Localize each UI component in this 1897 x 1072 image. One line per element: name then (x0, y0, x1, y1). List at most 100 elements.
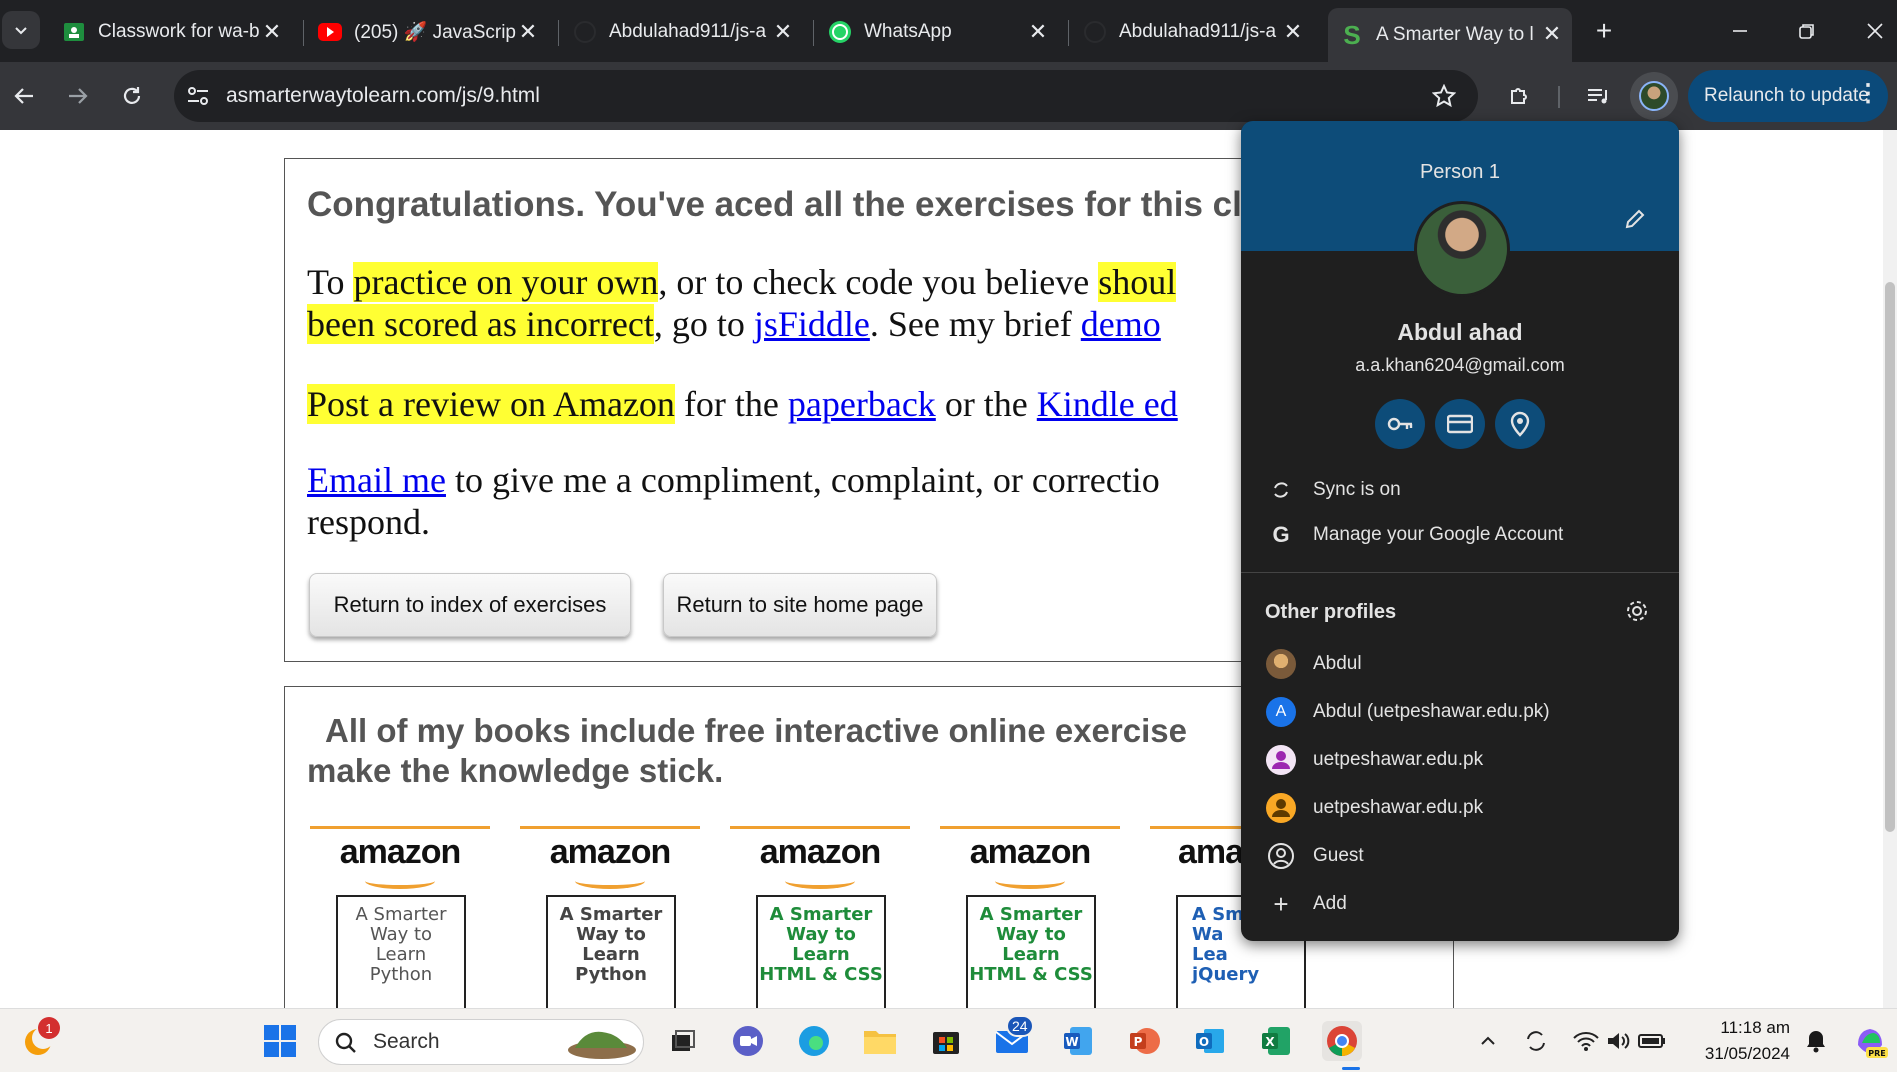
profile-item-uet-1[interactable]: uetpeshawar.edu.pk (1241, 738, 1679, 782)
kindle-link[interactable]: Kindle ed (1037, 384, 1178, 424)
chrome-button[interactable] (1322, 1021, 1362, 1061)
amazon-logo: amazon (969, 833, 1092, 871)
sync-row[interactable]: Sync is on (1241, 468, 1679, 512)
url-text: asmarterwaytolearn.com/js/9.html (226, 84, 540, 107)
new-tab-button[interactable]: + (1584, 11, 1624, 51)
page-scrollbar[interactable] (1883, 130, 1897, 1008)
close-tab-icon[interactable]: ✕ (1538, 20, 1566, 48)
more-vert-icon[interactable]: ⋮ (1856, 82, 1880, 106)
bookmark-button[interactable] (1424, 76, 1464, 116)
network-volume-battery-button[interactable] (1564, 1021, 1674, 1061)
profile-item-abdul-uet[interactable]: A Abdul (uetpeshawar.edu.pk) (1241, 690, 1679, 734)
highlight-text: practice on your own (353, 262, 659, 302)
address-bar[interactable]: asmarterwaytolearn.com/js/9.html (174, 70, 1478, 122)
notifications-button[interactable] (1796, 1021, 1836, 1061)
tab-classwork[interactable]: Classwork for wa-b ✕ (62, 12, 292, 52)
tab-github-1[interactable]: Abdulahad911/js-a ✕ (573, 12, 803, 52)
profile-item-guest[interactable]: Guest (1241, 834, 1679, 878)
manage-profiles-button[interactable] (1625, 599, 1649, 628)
close-tab-icon[interactable]: ✕ (769, 18, 797, 46)
book-python-2[interactable]: amazon A Smarter Way to Learn Python (520, 826, 700, 1008)
word-button[interactable]: W (1058, 1021, 1098, 1061)
paperback-link[interactable]: paperback (788, 384, 936, 424)
demo-link[interactable]: demo (1081, 304, 1161, 344)
amazon-logo: amazon (759, 833, 882, 871)
clock[interactable]: 11:18 am 31/05/2024 (1690, 1015, 1790, 1067)
edge-icon (799, 1026, 829, 1056)
email-me-link[interactable]: Email me (307, 460, 446, 500)
edge-button[interactable] (794, 1021, 834, 1061)
restore-button[interactable] (1787, 11, 1827, 51)
back-button[interactable] (4, 76, 44, 116)
key-icon (1387, 417, 1413, 431)
outlook-button[interactable]: O (1190, 1021, 1230, 1061)
return-to-home-button[interactable]: Return to site home page (663, 573, 937, 637)
heading-line: All of my books include free interactive… (325, 712, 1187, 749)
profile-item-uet-2[interactable]: uetpeshawar.edu.pk (1241, 786, 1679, 830)
tab-whatsapp[interactable]: WhatsApp ✕ (828, 12, 1058, 52)
powerpoint-button[interactable]: P (1124, 1021, 1164, 1061)
book-html-css-2[interactable]: amazon A Smarter Way to Learn HTML & CSS (940, 826, 1120, 1008)
divider (1241, 572, 1679, 573)
text: , go to (653, 304, 754, 344)
addresses-button[interactable] (1495, 399, 1545, 449)
manage-account-row[interactable]: G Manage your Google Account (1241, 513, 1679, 557)
congrats-heading: Congratulations. You've aced all the exe… (307, 185, 1242, 224)
location-pin-icon (1510, 411, 1530, 437)
scrollbar-thumb[interactable] (1885, 282, 1895, 832)
book-python-1[interactable]: amazon A Smarter Way to Learn Python (310, 826, 490, 1008)
close-tab-icon[interactable]: ✕ (1279, 18, 1307, 46)
copilot-button[interactable]: PRE (1850, 1021, 1890, 1061)
sync-tray-button[interactable] (1516, 1021, 1556, 1061)
tab-youtube[interactable]: (205) 🚀 JavaScrip ✕ (318, 12, 548, 52)
book-cover: A Smarter Way to Learn Python (546, 895, 676, 1008)
minimize-button[interactable] (1720, 11, 1760, 51)
passwords-button[interactable] (1375, 399, 1425, 449)
notification-badge: 1 (38, 1017, 60, 1039)
tab-github-2[interactable]: Abdulahad911/js-a ✕ (1083, 12, 1313, 52)
close-tab-icon[interactable]: ✕ (1024, 18, 1052, 46)
profile-button[interactable] (1630, 72, 1678, 120)
tab-search-button[interactable] (2, 11, 40, 49)
cover-line: Learn (792, 944, 850, 965)
start-button[interactable] (260, 1021, 300, 1061)
profile-item-abdul[interactable]: Abdul (1241, 642, 1679, 686)
taskbar-search[interactable]: Search (318, 1019, 644, 1065)
amazon-smile-icon (995, 873, 1065, 889)
add-profile-row[interactable]: + Add (1241, 882, 1679, 926)
store-button[interactable] (926, 1021, 966, 1061)
excel-button[interactable]: X (1256, 1021, 1296, 1061)
relaunch-to-update-button[interactable]: Relaunch to update ⋮ (1688, 70, 1888, 122)
payment-methods-button[interactable] (1435, 399, 1485, 449)
cover-line: A Smarter (769, 904, 873, 925)
google-icon: G (1272, 522, 1290, 547)
book-html-css-1[interactable]: amazon A Smarter Way to Learn HTML & CSS (730, 826, 910, 1008)
file-explorer-button[interactable] (860, 1021, 900, 1061)
widgets-button[interactable]: 1 (18, 1017, 60, 1061)
chevron-up-icon (1481, 1036, 1495, 1045)
active-app-indicator (1342, 1067, 1360, 1070)
tab-smarter-way[interactable]: S A Smarter Way to l ✕ (1328, 8, 1572, 62)
close-window-button[interactable] (1855, 11, 1895, 51)
task-view-button[interactable] (662, 1021, 702, 1061)
edit-profile-button[interactable] (1623, 207, 1647, 236)
extensions-button[interactable] (1500, 76, 1540, 116)
forward-button[interactable] (58, 76, 98, 116)
media-control-button[interactable] (1578, 76, 1618, 116)
close-tab-icon[interactable]: ✕ (514, 18, 542, 46)
teams-button[interactable] (728, 1021, 768, 1061)
book-cover: A Smarter Way to Learn Python (336, 895, 466, 1008)
cover-line: HTML & CSS (759, 964, 883, 985)
star-icon (1432, 84, 1456, 108)
profile-item-label: Guest (1313, 845, 1364, 866)
return-to-index-button[interactable]: Return to index of exercises (309, 573, 631, 637)
close-tab-icon[interactable]: ✕ (258, 18, 286, 46)
wifi-icon (1573, 1032, 1599, 1051)
reload-button[interactable] (112, 76, 152, 116)
site-info-button[interactable] (178, 76, 218, 116)
button-label: Return to index of exercises (333, 592, 607, 617)
arrow-left-icon (14, 88, 33, 104)
show-hidden-icons-button[interactable] (1468, 1021, 1508, 1061)
mail-button[interactable]: 24 (992, 1015, 1034, 1061)
jsfiddle-link[interactable]: jsFiddle (754, 304, 870, 344)
